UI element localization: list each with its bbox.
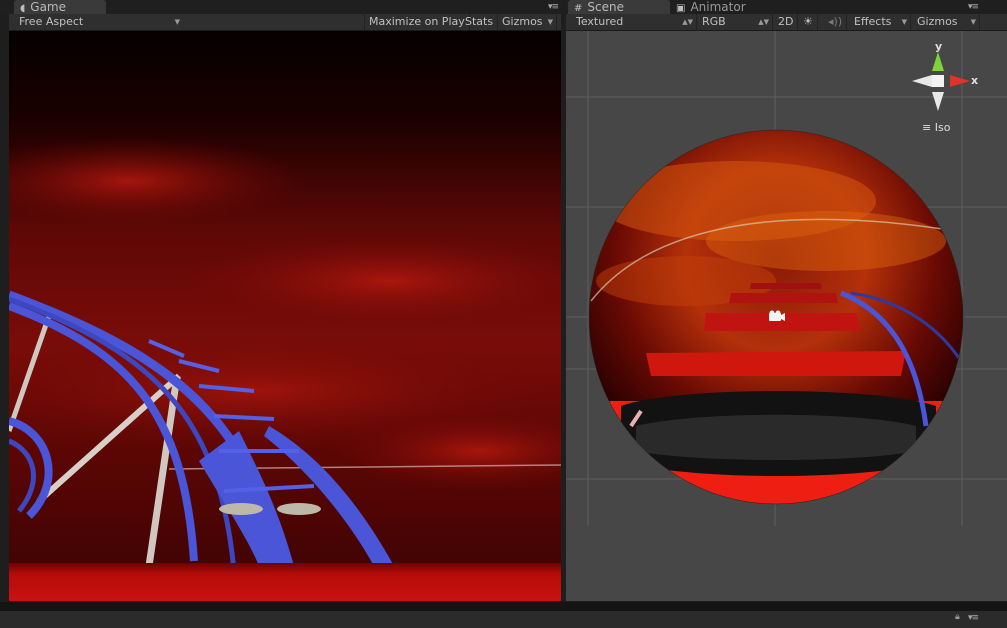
game-viewport[interactable] bbox=[9, 31, 561, 601]
chevron-down-icon: ▼ bbox=[970, 18, 976, 26]
projection-toggle[interactable]: ≡ Iso bbox=[922, 121, 950, 134]
scene-tabstrip: # Scene ▣ Animator ▾≡ bbox=[566, 0, 1007, 14]
tab-game[interactable]: ◖ Game bbox=[14, 0, 106, 14]
game-gizmos-dropdown[interactable]: Gizmos ▼ bbox=[498, 14, 557, 30]
hamburger-icon: ≡ bbox=[922, 121, 932, 134]
chevron-down-icon: ▼ bbox=[174, 18, 180, 26]
maximize-on-play-button[interactable]: Maximize on Play bbox=[364, 14, 470, 30]
sun-icon: ☀ bbox=[803, 15, 813, 28]
tab-animator[interactable]: ▣ Animator bbox=[670, 0, 774, 14]
lock-icon[interactable]: 🔒︎ bbox=[955, 612, 960, 622]
panel-menu-icon[interactable]: ▾≡ bbox=[968, 3, 979, 12]
stats-button[interactable]: Stats bbox=[461, 14, 499, 30]
scene-render bbox=[566, 31, 1007, 526]
mode-2d-toggle[interactable]: 2D bbox=[774, 14, 799, 30]
stats-label: Stats bbox=[465, 15, 494, 28]
tab-scene-label: Scene bbox=[587, 0, 624, 14]
bottom-panel-header bbox=[0, 611, 1007, 628]
panel-menu-icon[interactable]: ▾≡ bbox=[548, 3, 559, 12]
effects-dropdown[interactable]: Effects ▼ bbox=[850, 14, 911, 30]
scene-viewport[interactable]: y x ≡ Iso bbox=[566, 31, 1007, 601]
chevron-down-icon: ▲▼ bbox=[682, 18, 693, 26]
tab-animator-label: Animator bbox=[690, 0, 746, 14]
tab-scene[interactable]: # Scene bbox=[568, 0, 670, 14]
audio-toggle[interactable]: ◂)) bbox=[824, 14, 848, 30]
lighting-toggle[interactable]: ☀ bbox=[799, 14, 818, 30]
aspect-label: Free Aspect bbox=[19, 15, 84, 28]
orientation-gizmo[interactable] bbox=[912, 52, 970, 111]
tab-game-label: Game bbox=[30, 0, 67, 14]
aspect-dropdown[interactable]: Free Aspect ▼ bbox=[15, 14, 180, 30]
bottom-panel-divider bbox=[0, 602, 1007, 611]
panel-menu-icon[interactable]: ▾≡ bbox=[968, 614, 979, 623]
chevron-down-icon: ▲▼ bbox=[758, 18, 769, 26]
maximize-label: Maximize on Play bbox=[369, 15, 465, 28]
scene-toolbar: Textured ▲▼ RGB ▲▼ 2D ☀ ◂)) Effects ▼ Gi… bbox=[566, 14, 1007, 31]
game-tabstrip: ◖ Game ▾≡ bbox=[0, 0, 561, 14]
render-mode-dropdown[interactable]: Textured ▲▼ bbox=[572, 14, 697, 30]
axis-y-label: y bbox=[935, 40, 943, 53]
color-mode-label: RGB bbox=[702, 15, 726, 28]
axis-x-label: x bbox=[971, 74, 979, 87]
render-mode-label: Textured bbox=[576, 15, 624, 28]
projection-label: Iso bbox=[934, 121, 951, 134]
effects-label: Effects bbox=[854, 15, 892, 28]
scene-gizmos-dropdown[interactable]: Gizmos ▼ bbox=[913, 14, 980, 30]
game-toolbar: Free Aspect ▼ Maximize on Play Stats Giz… bbox=[9, 14, 561, 31]
chevron-down-icon: ▼ bbox=[901, 18, 907, 26]
mode-2d-label: 2D bbox=[778, 15, 794, 28]
color-mode-dropdown[interactable]: RGB ▲▼ bbox=[698, 14, 773, 30]
audio-icon: ◂)) bbox=[828, 15, 843, 28]
game-gizmos-label: Gizmos bbox=[502, 15, 543, 28]
coaster-render bbox=[9, 31, 561, 601]
scene-gizmos-label: Gizmos bbox=[917, 15, 958, 28]
chevron-down-icon: ▼ bbox=[547, 18, 553, 26]
